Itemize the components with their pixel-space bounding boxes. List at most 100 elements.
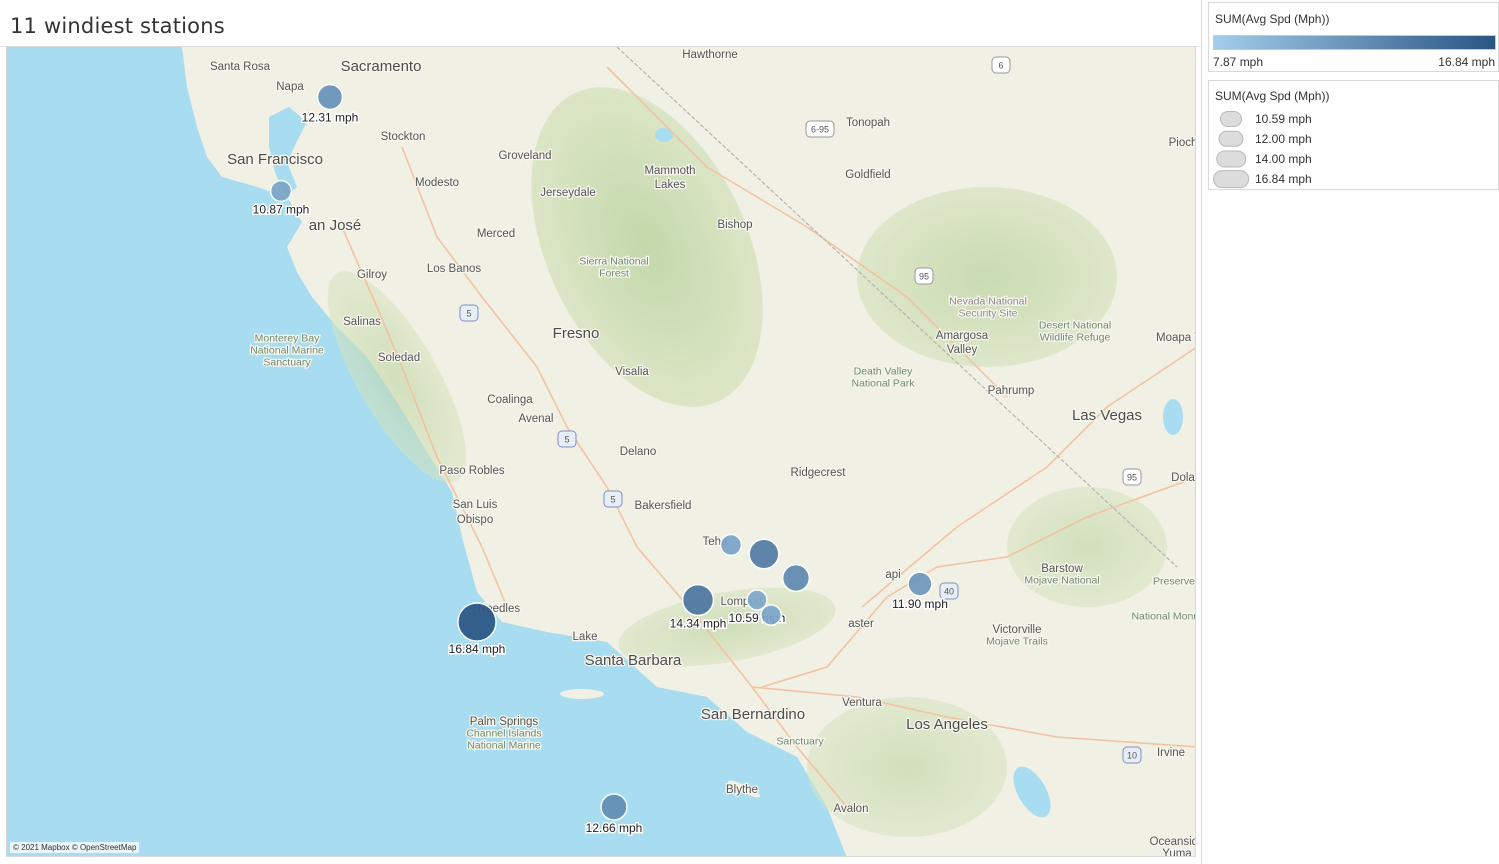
station-marker[interactable] bbox=[681, 583, 715, 617]
color-legend-min: 7.87 mph bbox=[1213, 55, 1264, 69]
dashboard-header: 11 windiest stations bbox=[0, 0, 1201, 47]
place-label: Santa Rosa bbox=[210, 61, 271, 73]
place-label: Merced bbox=[477, 228, 515, 240]
color-legend-title: SUM(Avg Spd (Mph)) bbox=[1215, 12, 1330, 26]
station-label: 11.90 mph bbox=[892, 597, 948, 611]
place-label: Amargosa bbox=[936, 330, 989, 342]
place-label: Ridgecrest bbox=[791, 467, 847, 479]
size-legend-title: SUM(Avg Spd (Mph)) bbox=[1215, 89, 1330, 103]
size-legend-label: 10.59 mph bbox=[1255, 112, 1312, 126]
place-label: Security Site bbox=[959, 307, 1018, 319]
map-view[interactable]: 6 6-95 95 5 5 5 95 40 10 Sacramento Santa Rosa Nap… bbox=[6, 46, 1196, 857]
size-legend-item: 10.59 mph bbox=[1209, 109, 1489, 129]
place-label: Moapa V bbox=[1156, 332, 1196, 344]
highway-shield-label: 6-95 bbox=[811, 125, 829, 135]
place-label: Channel Islands bbox=[466, 727, 541, 739]
place-label: Modesto bbox=[415, 177, 459, 189]
size-legend-item: 14.00 mph bbox=[1209, 149, 1489, 169]
station-marker[interactable] bbox=[907, 571, 933, 597]
place-label: Wildlife Refuge bbox=[1040, 331, 1111, 343]
size-legend-label: 12.00 mph bbox=[1255, 132, 1312, 146]
place-label: Forest bbox=[599, 267, 629, 279]
place-label: api bbox=[885, 569, 900, 581]
place-label: Delano bbox=[620, 446, 656, 458]
place-label: Palm Springs bbox=[470, 716, 539, 728]
place-label: Visalia bbox=[615, 366, 649, 378]
place-label: Coalinga bbox=[487, 394, 533, 406]
station-marker[interactable] bbox=[719, 533, 743, 557]
mountain-range-mojave bbox=[1007, 487, 1167, 607]
place-label: Goldfield bbox=[845, 169, 890, 181]
island-santa-cruz bbox=[560, 689, 604, 699]
highway-shield-label: 6 bbox=[998, 61, 1003, 71]
place-label: Stockton bbox=[381, 131, 426, 143]
station-marker[interactable] bbox=[748, 538, 780, 570]
place-label: Los Banos bbox=[427, 263, 482, 275]
color-legend-max: 16.84 mph bbox=[1438, 55, 1495, 69]
place-label: Lake bbox=[573, 631, 598, 643]
place-label: Nevada National bbox=[949, 295, 1027, 307]
place-label: Irvine bbox=[1157, 747, 1185, 759]
size-legend-item: 16.84 mph bbox=[1209, 169, 1489, 189]
station-label: 10.87 mph bbox=[253, 202, 310, 216]
place-label: Monterey Bay bbox=[255, 332, 321, 344]
highway-shield-label: 10 bbox=[1127, 751, 1137, 761]
size-legend-circle-icon bbox=[1213, 170, 1249, 188]
map-canvas[interactable]: 6 6-95 95 5 5 5 95 40 10 Sacramento Santa Rosa Nap… bbox=[7, 47, 1196, 857]
panel-divider bbox=[1201, 0, 1202, 864]
station-marker[interactable] bbox=[760, 604, 782, 626]
color-legend[interactable]: SUM(Avg Spd (Mph)) 7.87 mph 16.84 mph bbox=[1208, 2, 1499, 72]
place-label: Napa bbox=[276, 81, 304, 93]
place-label: Las Vegas bbox=[1072, 407, 1142, 424]
place-label: an José bbox=[309, 217, 362, 234]
size-legend-circle-icon bbox=[1218, 130, 1244, 148]
place-label: Salinas bbox=[343, 316, 381, 328]
place-label: aster bbox=[848, 618, 874, 630]
place-label: Barstow bbox=[1041, 563, 1083, 575]
place-label: Mammoth bbox=[644, 165, 695, 177]
place-label: National Monument bbox=[1131, 610, 1196, 622]
highway-shield-label: 5 bbox=[564, 435, 569, 445]
size-legend[interactable]: SUM(Avg Spd (Mph)) 10.59 mph 12.00 mph 14.… bbox=[1208, 80, 1499, 190]
highway-shield-label: 5 bbox=[610, 495, 615, 505]
place-label: Soledad bbox=[378, 352, 420, 364]
place-label: Ventura bbox=[842, 697, 882, 709]
highway-shield-label: 5 bbox=[466, 309, 471, 319]
station-marker[interactable] bbox=[269, 179, 293, 203]
place-label: Fresno bbox=[553, 325, 600, 342]
station-marker[interactable] bbox=[316, 83, 344, 111]
station-marker[interactable] bbox=[600, 793, 628, 821]
size-legend-label: 14.00 mph bbox=[1255, 152, 1312, 166]
place-label: Sacramento bbox=[341, 58, 422, 75]
place-label: National Park bbox=[851, 377, 915, 389]
place-label: Hawthorne bbox=[682, 49, 738, 61]
station-label: 16.84 mph bbox=[449, 642, 506, 656]
dashboard-title: 11 windiest stations bbox=[10, 14, 225, 38]
place-label: Jerseydale bbox=[540, 187, 596, 199]
place-label: Los Angeles bbox=[906, 716, 988, 733]
place-label: National Marine bbox=[467, 739, 541, 751]
map-attribution[interactable]: © 2021 Mapbox © OpenStreetMap bbox=[10, 842, 140, 853]
place-label: Sierra National bbox=[579, 255, 648, 267]
place-label: San Francisco bbox=[227, 151, 323, 168]
place-label: San Luis bbox=[453, 499, 498, 511]
place-label: Victorville bbox=[993, 624, 1042, 636]
place-label: Dola bbox=[1171, 472, 1195, 484]
place-label: Avalon bbox=[834, 803, 869, 815]
highway-shield-label: 95 bbox=[919, 272, 929, 282]
size-legend-item: 12.00 mph bbox=[1209, 129, 1489, 149]
station-marker[interactable] bbox=[781, 563, 811, 593]
place-label: National Marine bbox=[250, 344, 324, 356]
place-label: Bishop bbox=[717, 219, 752, 231]
place-label: Avenal bbox=[519, 413, 554, 425]
place-label: Death Valley bbox=[854, 365, 914, 377]
place-label: Santa Barbara bbox=[585, 652, 682, 669]
place-label: Pahrump bbox=[988, 385, 1035, 397]
station-marker[interactable] bbox=[457, 602, 497, 642]
place-label: Mojave Trails bbox=[986, 635, 1048, 647]
place-label: Gilroy bbox=[357, 269, 387, 281]
place-label: Pioch bbox=[1169, 137, 1196, 149]
place-label: Preserve bbox=[1153, 575, 1195, 587]
place-label: Tonopah bbox=[846, 117, 890, 129]
size-legend-circle-icon bbox=[1220, 111, 1242, 127]
